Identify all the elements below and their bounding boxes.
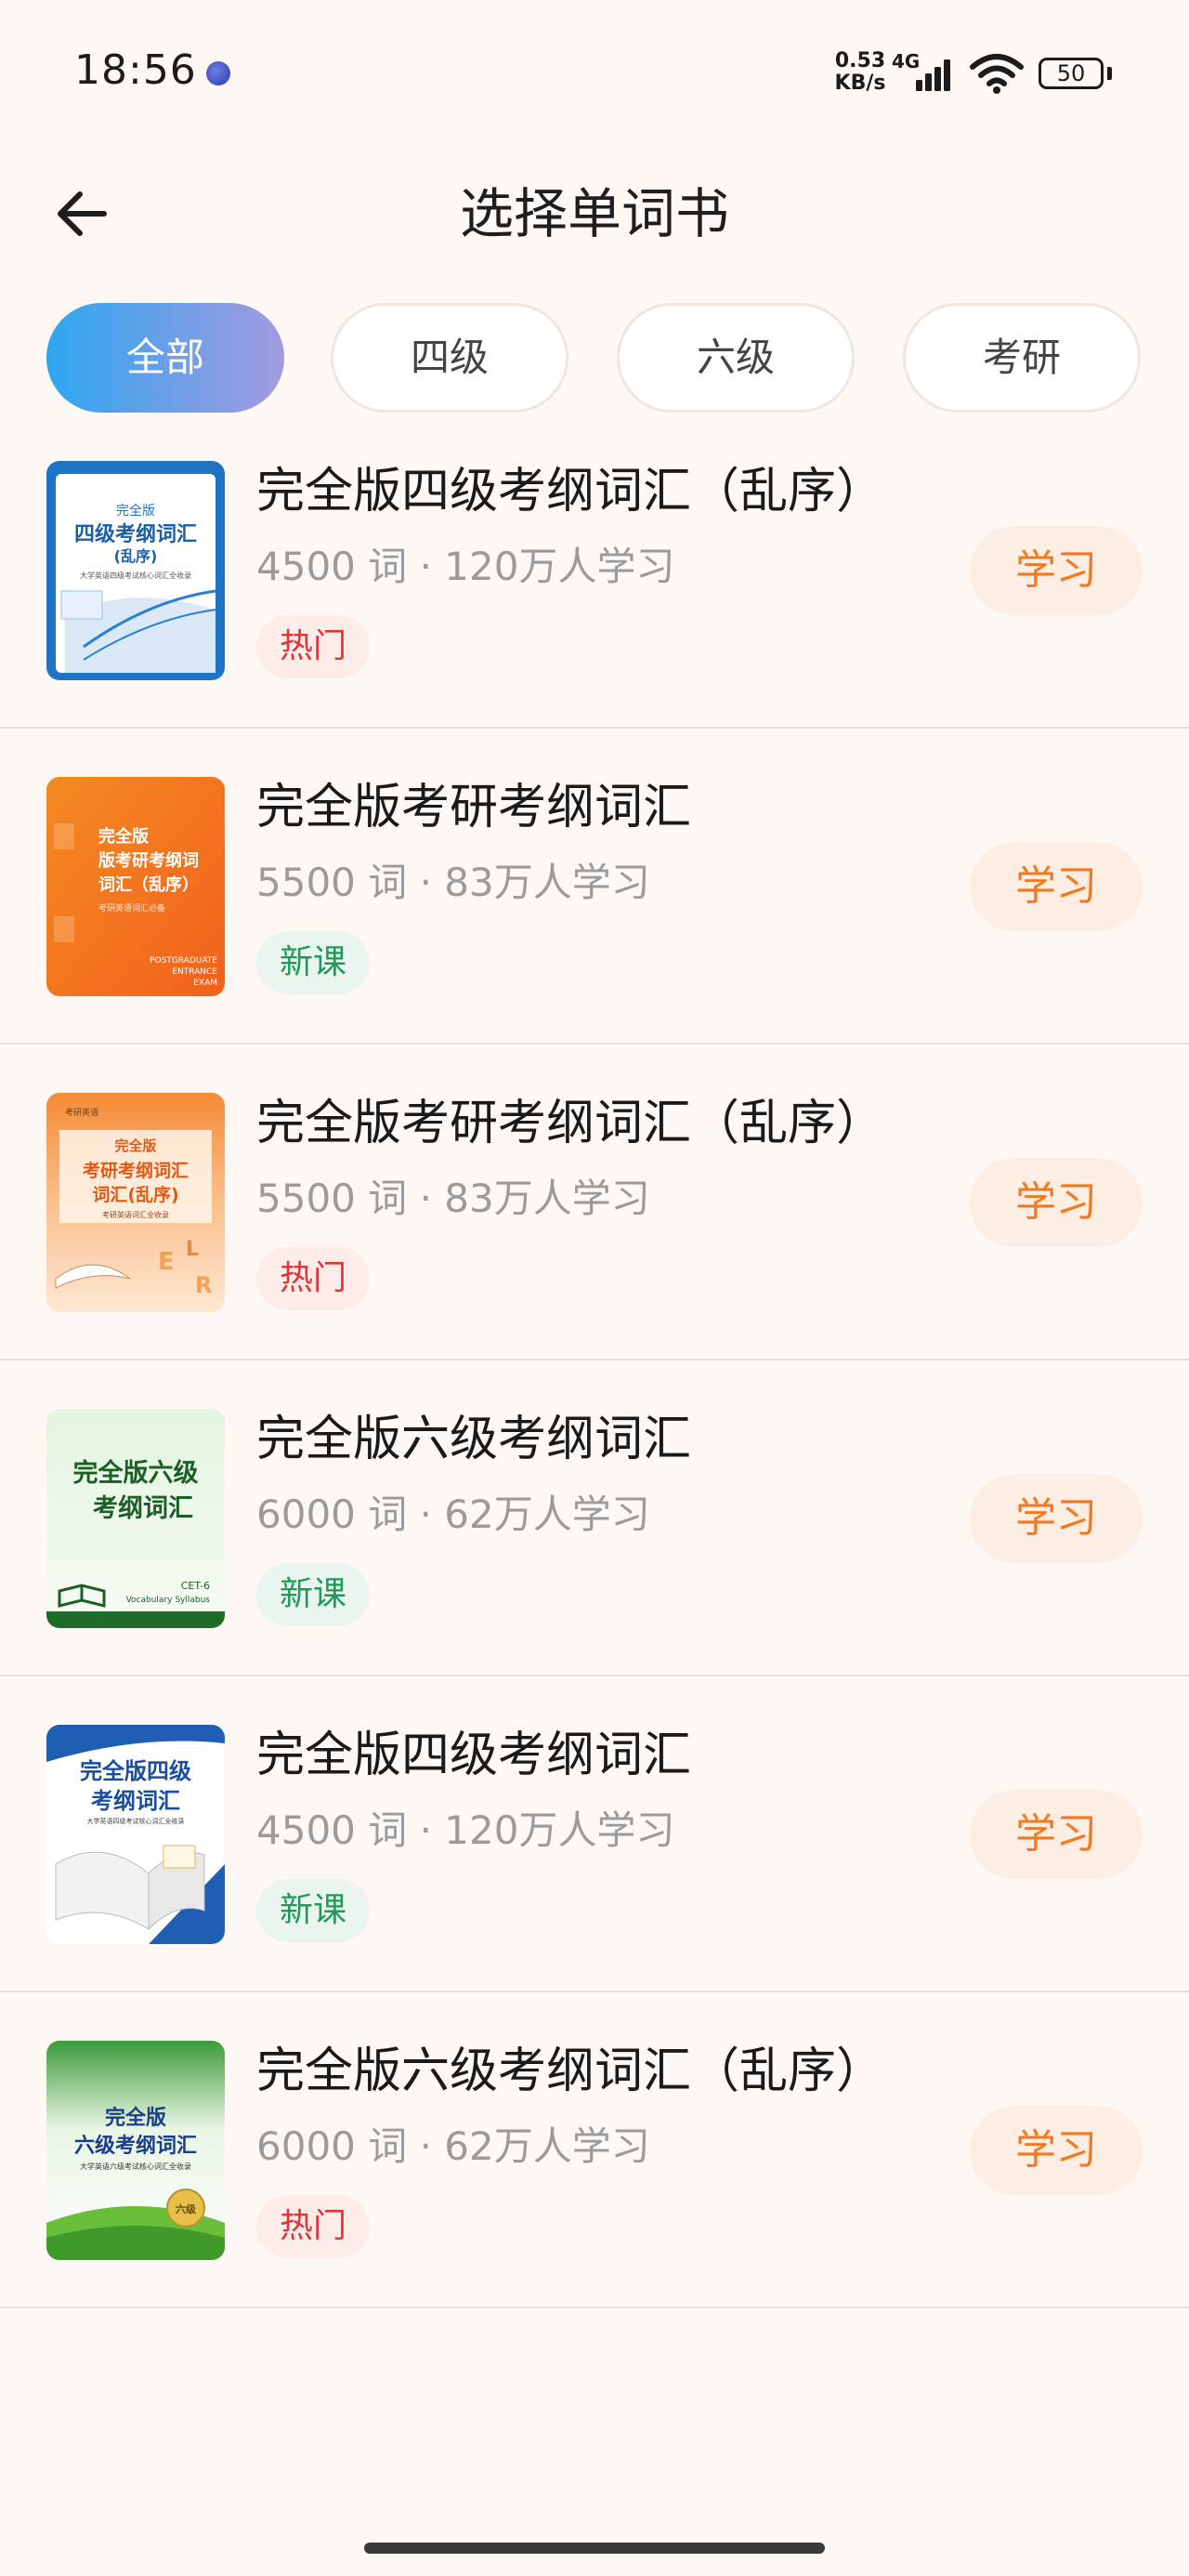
cover-text: 完全版四级 xyxy=(80,1758,191,1784)
cover-text: 四级考纲词汇 xyxy=(74,522,197,546)
home-indicator[interactable] xyxy=(364,2543,825,2554)
book-tag: 热门 xyxy=(256,1247,370,1310)
book-cover: 完全版 版考研考纲词 词汇（乱序） 考研英语词汇必备 POSTGRADUATE … xyxy=(46,777,225,996)
cover-text: 六级 xyxy=(176,2202,197,2215)
book-meta: 5500 词 · 83万人学习 xyxy=(256,1176,650,1221)
book-title: 完全版考研考纲词汇 xyxy=(256,780,692,835)
cover-text: 考纲词汇 xyxy=(93,1493,193,1523)
book-title: 完全版六级考纲词汇 xyxy=(256,1412,692,1467)
book-item[interactable]: 考研英语 完全版 考研考纲词汇 词汇(乱序) 考研英语词汇全收录 E L R 完… xyxy=(0,1045,1189,1360)
cover-text: 考研英语词汇必备 xyxy=(98,902,165,913)
study-button[interactable]: 学习 xyxy=(970,1158,1143,1247)
network-speed-value: 0.53 xyxy=(834,49,886,72)
cover-text: 版考研考纲词 xyxy=(98,850,199,871)
network-speed: 0.53 KB/s xyxy=(834,50,886,95)
cover-text: 考研英语词汇全收录 xyxy=(102,1210,169,1219)
cover-text: (乱序) xyxy=(114,547,158,565)
cellular-signal-icon xyxy=(916,59,950,91)
book-tag: 新课 xyxy=(256,931,370,994)
status-bar: 18:56 0.53 KB/s 4G 50 xyxy=(0,0,1189,149)
battery-icon: 50 xyxy=(1039,58,1104,89)
tab-all[interactable]: 全部 xyxy=(46,303,284,413)
study-button[interactable]: 学习 xyxy=(970,526,1143,615)
tab-postgraduate[interactable]: 考研 xyxy=(903,303,1141,413)
book-cover: 考研英语 完全版 考研考纲词汇 词汇(乱序) 考研英语词汇全收录 E L R xyxy=(46,1093,225,1312)
cover-text: 词汇（乱序） xyxy=(98,874,199,895)
book-item[interactable]: 完全版六级 考纲词汇 CET-6 Vocabulary Syllabus 完全版… xyxy=(0,1360,1189,1676)
cover-text: 考研英语 xyxy=(65,1107,98,1118)
cover-text: 考研考纲词汇 xyxy=(83,1160,189,1181)
cover-text: ENTRANCE xyxy=(172,967,217,977)
cover-text: 大学英语四级考试核心词汇全收录 xyxy=(80,571,191,580)
category-tabs: 全部 四级 六级 考研 xyxy=(46,303,1143,414)
tab-cet6[interactable]: 六级 xyxy=(617,303,855,413)
cover-text: CET-6 xyxy=(181,1580,210,1592)
study-button[interactable]: 学习 xyxy=(970,1474,1143,1563)
cover-text: 完全版六级 xyxy=(73,1458,199,1488)
book-title: 完全版考研考纲词汇（乱序） xyxy=(256,1096,885,1151)
book-cover: 完全版 四级考纲词汇 (乱序) 大学英语四级考试核心词汇全收录 xyxy=(46,461,225,680)
svg-text:E: E xyxy=(158,1248,175,1276)
cover-text: 词汇(乱序) xyxy=(92,1184,178,1205)
book-tag: 新课 xyxy=(256,1563,370,1626)
cover-text: 完全版 xyxy=(116,503,155,519)
page-title: 选择单词书 xyxy=(459,182,729,245)
study-button[interactable]: 学习 xyxy=(970,2106,1143,2195)
study-button[interactable]: 学习 xyxy=(970,1790,1143,1879)
cover-text: 完全版 xyxy=(105,2106,166,2130)
cover-text: EXAM xyxy=(193,979,217,988)
book-cover: 完全版四级 考纲词汇 大学英语四级考试核心词汇全收录 xyxy=(46,1725,225,1944)
cover-text: 考纲词汇 xyxy=(91,1788,180,1814)
book-tag: 热门 xyxy=(256,615,370,678)
cover-text: 完全版 xyxy=(114,1137,156,1154)
book-item[interactable]: 完全版 六级考纲词汇 大学英语六级考试核心词汇全收录 六级 完全版六级考纲词汇（… xyxy=(0,1992,1189,2308)
svg-text:R: R xyxy=(195,1272,212,1298)
book-tag: 新课 xyxy=(256,1879,370,1942)
book-cover: 完全版 六级考纲词汇 大学英语六级考试核心词汇全收录 六级 xyxy=(46,2041,225,2260)
book-title: 完全版六级考纲词汇（乱序） xyxy=(256,2044,885,2099)
book-meta: 4500 词 · 120万人学习 xyxy=(256,1807,675,1853)
book-meta: 6000 词 · 62万人学习 xyxy=(256,2123,650,2169)
wifi-icon xyxy=(970,54,1024,94)
book-title: 完全版四级考纲词汇（乱序） xyxy=(256,464,885,519)
status-time: 18:56 xyxy=(74,46,197,94)
network-speed-unit: KB/s xyxy=(834,72,886,95)
tab-cet4[interactable]: 四级 xyxy=(331,303,568,413)
study-button[interactable]: 学习 xyxy=(970,842,1143,931)
cover-text: 大学英语六级考试核心词汇全收录 xyxy=(80,2162,191,2171)
cover-text: 完全版 xyxy=(98,826,149,847)
book-item[interactable]: 完全版 版考研考纲词 词汇（乱序） 考研英语词汇必备 POSTGRADUATE … xyxy=(0,729,1189,1045)
cover-text: Vocabulary Syllabus xyxy=(126,1596,211,1605)
book-title: 完全版四级考纲词汇 xyxy=(256,1728,692,1783)
book-cover: 完全版六级 考纲词汇 CET-6 Vocabulary Syllabus xyxy=(46,1409,225,1628)
cover-text: 六级考纲词汇 xyxy=(74,2134,197,2158)
book-tag: 热门 xyxy=(256,2195,370,2258)
svg-text:L: L xyxy=(186,1238,199,1261)
battery-cap xyxy=(1107,67,1112,80)
cover-text: POSTGRADUATE xyxy=(150,956,217,966)
book-meta: 4500 词 · 120万人学习 xyxy=(256,544,675,589)
book-item[interactable]: 完全版 四级考纲词汇 (乱序) 大学英语四级考试核心词汇全收录 完全版四级考纲词… xyxy=(0,413,1189,729)
book-item[interactable]: 完全版四级 考纲词汇 大学英语四级考试核心词汇全收录 完全版四级考纲词汇 450… xyxy=(0,1676,1189,1992)
book-meta: 6000 词 · 62万人学习 xyxy=(256,1492,650,1537)
notification-app-icon xyxy=(206,61,230,85)
cover-text: 大学英语四级考试核心词汇全收录 xyxy=(87,1817,185,1825)
book-list: 完全版 四级考纲词汇 (乱序) 大学英语四级考试核心词汇全收录 完全版四级考纲词… xyxy=(0,413,1189,2308)
book-meta: 5500 词 · 83万人学习 xyxy=(256,860,650,905)
